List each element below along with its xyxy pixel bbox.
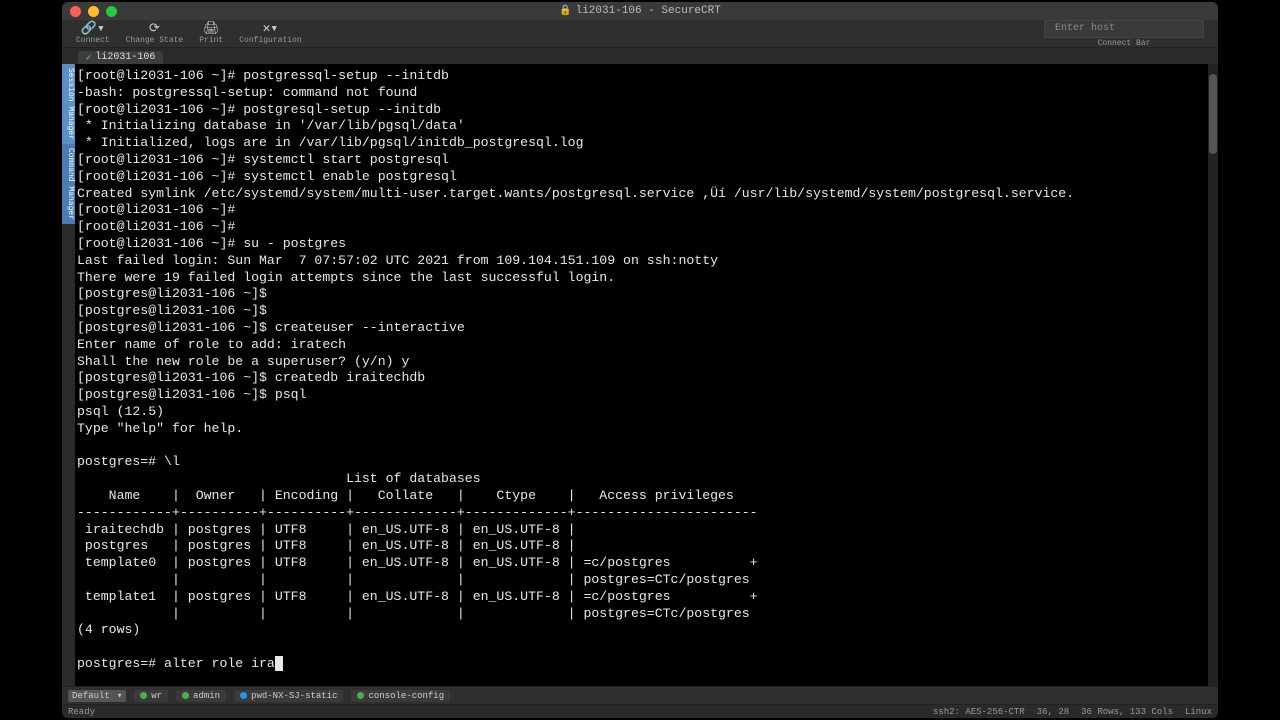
led-icon <box>357 692 364 699</box>
status-ready: Ready <box>68 707 95 717</box>
titlebar: 🔒li2031-106 - SecureCRT <box>62 2 1218 20</box>
configuration-button[interactable]: ✕▾ Configuration <box>231 20 309 47</box>
scrollbar[interactable] <box>1208 64 1218 686</box>
tab-strip: ✔ li2031-106 <box>62 48 1218 64</box>
zoom-window-button[interactable] <box>106 6 117 17</box>
tools-icon: ✕▾ <box>263 22 279 35</box>
status-bar: Ready ssh2: AES-256-CTR 36, 28 36 Rows, … <box>62 704 1218 718</box>
app-window: 🔒li2031-106 - SecureCRT 🔗▾ Connect ⟳ Cha… <box>62 2 1218 718</box>
led-icon <box>240 692 247 699</box>
cursor <box>275 656 283 671</box>
scrollbar-thumb[interactable] <box>1209 74 1217 154</box>
body: Session Manager Command Manager [root@li… <box>62 64 1218 686</box>
sidebar-tabs: Session Manager Command Manager <box>62 64 75 686</box>
status-size: 36 Rows, 133 Cols <box>1081 707 1173 717</box>
button-bar: Default▾ wradmin pwd-NX-SJ-static console-… <box>62 686 1218 704</box>
button-bar-group-select[interactable]: Default▾ <box>68 690 126 702</box>
traffic-lights <box>70 6 117 17</box>
led-icon <box>182 692 189 699</box>
button-bar-item[interactable]: pwd-NX-SJ-static <box>234 690 343 702</box>
button-bar-item[interactable]: admin <box>176 690 226 702</box>
command-manager-tab[interactable]: Command Manager <box>62 144 75 224</box>
connect-button[interactable]: 🔗▾ Connect <box>68 20 118 47</box>
terminal[interactable]: [root@li2031-106 ~]# postgressql-setup -… <box>75 64 1218 686</box>
status-pos: 36, 28 <box>1037 707 1069 717</box>
session-manager-tab[interactable]: Session Manager <box>62 64 75 144</box>
lock-icon: 🔒 <box>559 6 571 17</box>
led-icon <box>140 692 147 699</box>
link-icon: 🔗▾ <box>81 22 105 35</box>
change-state-button[interactable]: ⟳ Change State <box>118 20 192 47</box>
connect-bar-label: Connect Bar <box>1098 39 1151 48</box>
print-button[interactable]: 🖨 Print <box>191 20 231 47</box>
close-window-button[interactable] <box>70 6 81 17</box>
session-tab[interactable]: ✔ li2031-106 <box>78 51 163 64</box>
button-bar-item[interactable]: console-config <box>351 690 450 702</box>
enter-host-input[interactable]: Enter host <box>1044 20 1204 38</box>
minimize-window-button[interactable] <box>88 6 99 17</box>
print-icon: 🖨 <box>203 22 220 35</box>
status-dot-icon: ✔ <box>86 53 91 63</box>
toolbar: 🔗▾ Connect ⟳ Change State 🖨 Print ✕▾ Con… <box>62 20 1218 48</box>
window-title: 🔒li2031-106 - SecureCRT <box>62 5 1218 17</box>
status-os: Linux <box>1185 707 1212 717</box>
state-icon: ⟳ <box>149 22 160 35</box>
button-bar-item[interactable]: wr <box>134 690 168 702</box>
status-proto: ssh2: AES-256-CTR <box>933 707 1025 717</box>
